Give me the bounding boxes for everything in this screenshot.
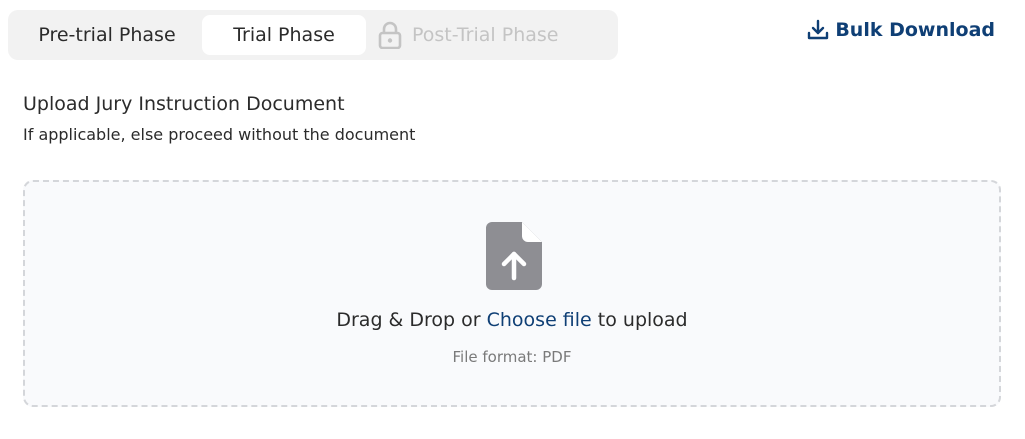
page: Pre-trial Phase Trial Phase Post-Trial P… bbox=[0, 0, 1025, 439]
file-upload-icon bbox=[486, 222, 542, 290]
tab-label: Post-Trial Phase bbox=[412, 24, 559, 46]
drop-text-prefix: Drag & Drop or bbox=[336, 309, 487, 331]
tab-label: Pre-trial Phase bbox=[38, 24, 176, 46]
phase-tabs: Pre-trial Phase Trial Phase Post-Trial P… bbox=[8, 10, 618, 60]
tab-label: Trial Phase bbox=[233, 24, 335, 46]
upload-dropzone[interactable]: Drag & Drop or Choose file to upload Fil… bbox=[23, 180, 1001, 407]
drop-text-suffix: to upload bbox=[591, 309, 688, 331]
tab-post-trial-phase: Post-Trial Phase bbox=[378, 15, 608, 55]
bulk-download-button[interactable]: Bulk Download bbox=[807, 16, 995, 44]
bulk-download-label: Bulk Download bbox=[835, 19, 995, 41]
lock-icon bbox=[378, 21, 402, 49]
file-format-hint: File format: PDF bbox=[452, 348, 572, 366]
tab-pre-trial-phase[interactable]: Pre-trial Phase bbox=[12, 15, 202, 55]
drop-instructions: Drag & Drop or Choose file to upload bbox=[25, 309, 999, 331]
tab-trial-phase[interactable]: Trial Phase bbox=[202, 15, 366, 55]
choose-file-link[interactable]: Choose file bbox=[487, 309, 592, 331]
download-icon bbox=[808, 19, 829, 40]
upload-subtitle: If applicable, else proceed without the … bbox=[23, 125, 416, 144]
upload-title: Upload Jury Instruction Document bbox=[23, 93, 345, 115]
